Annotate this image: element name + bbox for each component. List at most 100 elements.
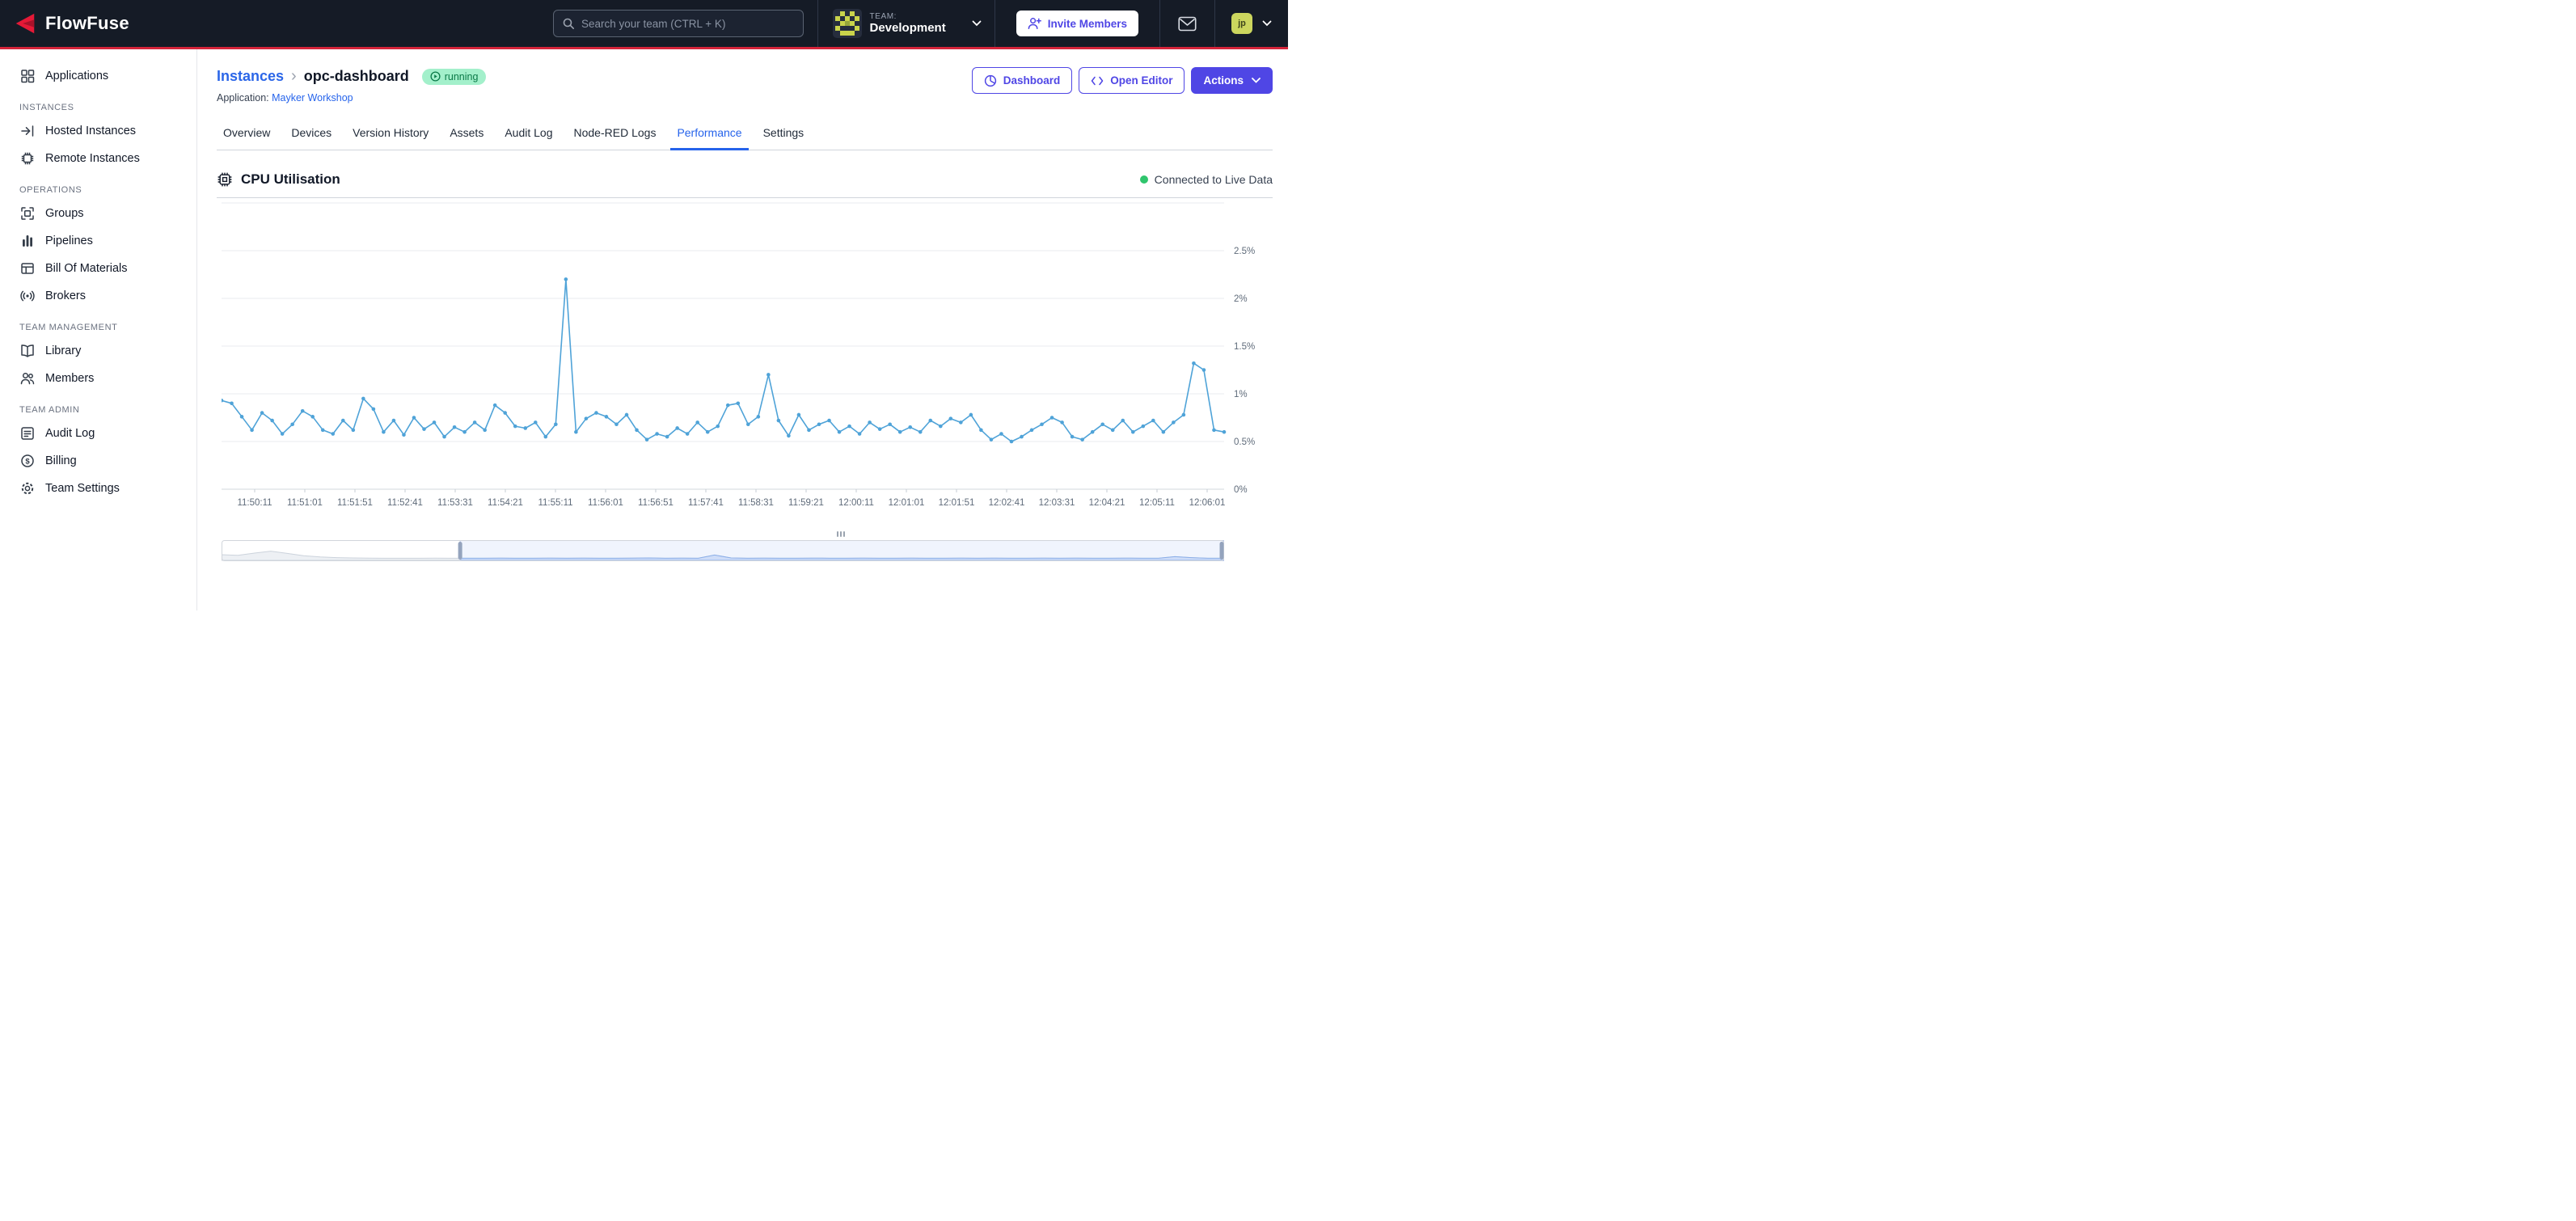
panel-divider xyxy=(217,197,1273,198)
svg-text:11:51:01: 11:51:01 xyxy=(287,498,323,508)
chevron-down-icon xyxy=(972,20,982,27)
sidebar-item-members[interactable]: Members xyxy=(0,365,196,392)
library-icon xyxy=(19,343,36,359)
tab-version-history[interactable]: Version History xyxy=(346,120,435,150)
tab-performance[interactable]: Performance xyxy=(670,120,748,150)
sidebar-item-pipelines[interactable]: Pipelines xyxy=(0,227,196,255)
panel-title: CPU Utilisation xyxy=(241,171,340,188)
brand-name: FlowFuse xyxy=(45,13,129,34)
sidebar-item-bill-of-materials[interactable]: Bill Of Materials xyxy=(0,255,196,282)
sidebar-section-team-management: TEAM MANAGEMENT xyxy=(0,310,196,337)
svg-text:12:01:01: 12:01:01 xyxy=(889,498,925,508)
open-editor-button[interactable]: Open Editor xyxy=(1079,67,1185,94)
svg-text:0.5%: 0.5% xyxy=(1234,437,1255,447)
user-avatar: jp xyxy=(1231,13,1252,34)
sidebar-item-remote-instances[interactable]: Remote Instances xyxy=(0,145,196,172)
team-avatar xyxy=(833,9,862,38)
live-data-status: Connected to Live Data xyxy=(1140,173,1273,186)
notifications-button[interactable] xyxy=(1159,0,1214,47)
svg-text:11:59:21: 11:59:21 xyxy=(788,498,824,508)
dashboard-button[interactable]: Dashboard xyxy=(972,67,1073,94)
breadcrumb-instances-link[interactable]: Instances xyxy=(217,68,284,85)
sidebar-item-audit-log[interactable]: Audit Log xyxy=(0,420,196,447)
cpu-chip-icon xyxy=(217,171,233,188)
sidebar-item-library[interactable]: Library xyxy=(0,337,196,365)
sidebar-section-team-admin: TEAM ADMIN xyxy=(0,392,196,420)
chart-navigator[interactable] xyxy=(222,540,1224,561)
sidebar-item-label: Library xyxy=(45,344,81,357)
sidebar-item-applications[interactable]: Applications xyxy=(0,62,196,90)
search-input[interactable] xyxy=(581,18,795,30)
sidebar-item-label: Billing xyxy=(45,454,77,467)
chevron-down-icon xyxy=(1262,20,1272,27)
svg-text:11:50:11: 11:50:11 xyxy=(237,498,272,508)
sidebar-item-billing[interactable]: $ Billing xyxy=(0,447,196,475)
sidebar-section-instances: INSTANCES xyxy=(0,90,196,117)
svg-text:2.5%: 2.5% xyxy=(1234,247,1255,256)
svg-text:11:56:51: 11:56:51 xyxy=(638,498,674,508)
dashboard-button-label: Dashboard xyxy=(1003,74,1061,87)
cpu-utilisation-panel: CPU Utilisation Connected to Live Data 0… xyxy=(217,171,1273,565)
applications-icon xyxy=(19,68,36,84)
user-menu[interactable]: jp xyxy=(1214,0,1288,47)
svg-text:12:03:31: 12:03:31 xyxy=(1039,498,1075,508)
sidebar-item-label: Remote Instances xyxy=(45,152,140,165)
sidebar-item-label: Members xyxy=(45,372,94,385)
mail-icon xyxy=(1178,16,1197,32)
tab-overview[interactable]: Overview xyxy=(217,120,277,150)
status-badge: running xyxy=(422,69,487,85)
sidebar-item-team-settings[interactable]: Team Settings xyxy=(0,475,196,502)
tab-audit-log[interactable]: Audit Log xyxy=(498,120,559,150)
search-icon xyxy=(562,17,575,30)
running-status-icon xyxy=(430,71,441,82)
gear-icon xyxy=(19,480,36,496)
team-label: TEAM: xyxy=(870,12,946,22)
user-plus-icon xyxy=(1028,17,1041,30)
chevron-right-icon: › xyxy=(291,67,297,86)
sidebar-item-brokers[interactable]: Brokers xyxy=(0,282,196,310)
sidebar-item-label: Hosted Instances xyxy=(45,125,136,137)
sidebar-item-hosted-instances[interactable]: Hosted Instances xyxy=(0,117,196,145)
svg-text:12:04:21: 12:04:21 xyxy=(1089,498,1125,508)
brokers-icon xyxy=(19,288,36,304)
groups-icon xyxy=(19,205,36,222)
navigator-grip[interactable] xyxy=(837,531,845,537)
actions-button[interactable]: Actions xyxy=(1191,67,1273,94)
sidebar-item-groups[interactable]: Groups xyxy=(0,200,196,227)
brand[interactable]: FlowFuse xyxy=(13,11,129,36)
application-label: Application: xyxy=(217,92,269,104)
team-search[interactable] xyxy=(553,10,804,37)
application-link[interactable]: Mayker Workshop xyxy=(272,92,353,104)
open-editor-icon xyxy=(1091,74,1104,87)
sidebar-item-label: Pipelines xyxy=(45,234,93,247)
team-selector[interactable]: TEAM: Development xyxy=(817,0,995,47)
chevron-down-icon xyxy=(1252,78,1261,83)
invite-members-label: Invite Members xyxy=(1048,18,1127,30)
tab-devices[interactable]: Devices xyxy=(285,120,338,150)
pipelines-icon xyxy=(19,233,36,249)
breadcrumb: Instances › opc-dashboard running xyxy=(217,67,486,86)
chart-navigator-wrap xyxy=(222,540,1224,565)
page-title: opc-dashboard xyxy=(304,68,409,85)
remote-instances-icon xyxy=(19,150,36,167)
svg-text:11:57:41: 11:57:41 xyxy=(688,498,724,508)
svg-text:11:54:21: 11:54:21 xyxy=(488,498,523,508)
sidebar-section-operations: OPERATIONS xyxy=(0,172,196,200)
svg-text:11:53:31: 11:53:31 xyxy=(437,498,473,508)
svg-text:12:00:11: 12:00:11 xyxy=(838,498,874,508)
svg-text:11:51:51: 11:51:51 xyxy=(337,498,373,508)
tab-assets[interactable]: Assets xyxy=(443,120,490,150)
sidebar-item-label: Audit Log xyxy=(45,427,95,440)
svg-text:12:06:01: 12:06:01 xyxy=(1189,498,1226,508)
tab-settings[interactable]: Settings xyxy=(757,120,811,150)
hosted-instances-icon xyxy=(19,123,36,139)
sidebar-item-label: Team Settings xyxy=(45,482,120,495)
sidebar: Applications INSTANCES Hosted Instances … xyxy=(0,49,197,610)
status-badge-label: running xyxy=(445,71,479,82)
tab-nodered-logs[interactable]: Node-RED Logs xyxy=(568,120,663,150)
svg-text:$: $ xyxy=(25,457,30,466)
svg-text:1.5%: 1.5% xyxy=(1234,342,1255,352)
svg-text:12:01:51: 12:01:51 xyxy=(939,498,975,508)
invite-members-button[interactable]: Invite Members xyxy=(1016,11,1138,36)
sidebar-item-label: Groups xyxy=(45,207,84,220)
